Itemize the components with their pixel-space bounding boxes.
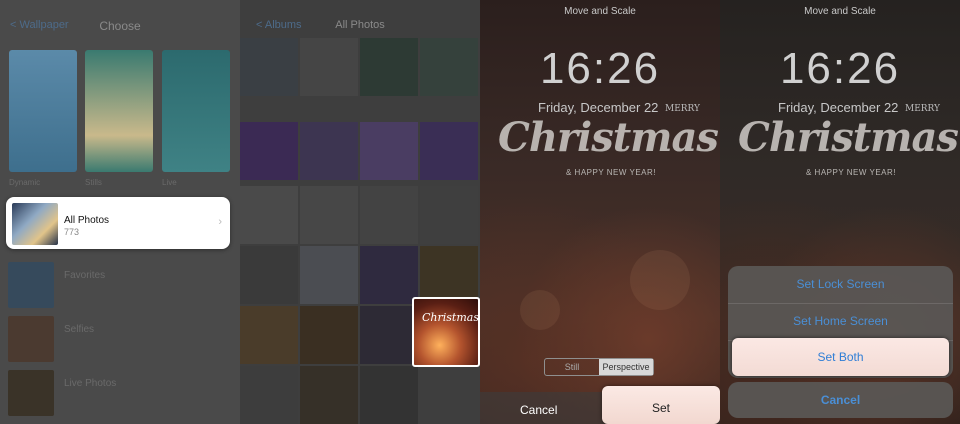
set-home-screen-option[interactable]: Set Home Screen [728,303,953,340]
photo-thumbnail[interactable] [300,122,358,180]
photo-thumbnail[interactable] [420,246,478,304]
photo-thumbnail[interactable] [360,38,418,96]
panel-set-options: Move and Scale 16:26 Friday, December 22… [720,0,960,424]
photo-thumbnail[interactable] [240,246,298,304]
album-row-all-photos[interactable]: All Photos 773 › [6,197,230,249]
set-button[interactable]: Set [602,386,720,424]
photo-thumbnail[interactable] [360,246,418,304]
new-year-art: & HAPPY NEW YEAR! [806,168,897,177]
photo-thumbnail[interactable] [240,186,298,244]
album-thumbnail [8,370,54,416]
wallpaper-dynamic[interactable] [9,50,77,172]
segment-perspective[interactable]: Perspective [599,359,653,375]
christmas-art: Christmas [738,114,959,161]
album-row[interactable]: Favorites [8,262,234,314]
perspective-toggle[interactable]: Still Perspective [544,358,654,376]
christmas-art: Christmas [498,114,719,161]
photo-thumbnail[interactable] [240,306,298,364]
selected-photo[interactable]: Christmas [412,297,480,367]
merry-art: MERRY [665,104,701,114]
panel-choose: < Wallpaper Choose Dynamic Stills Live A… [0,0,240,424]
photo-thumbnail[interactable] [420,38,478,96]
album-thumbnail [8,316,54,362]
merry-art: MERRY [905,104,941,114]
selected-photo-art: Christmas [422,311,479,324]
wallpaper-live[interactable] [162,50,230,172]
album-row[interactable]: Live Photos [8,370,234,422]
header-title: Move and Scale [804,6,876,17]
album-thumbnail [8,262,54,308]
header-title: Move and Scale [564,6,636,17]
segment-still[interactable]: Still [545,359,599,375]
clock-date: Friday, December 22 [538,100,659,115]
panel-all-photos: < Albums All Photos Christmas [240,0,480,424]
album-title: Live Photos [64,378,117,389]
nav-title: Choose [99,19,141,33]
new-year-art: & HAPPY NEW YEAR! [566,168,657,177]
photo-thumbnail[interactable] [240,122,298,180]
photo-thumbnail[interactable] [300,246,358,304]
wallpaper-caption: Live [162,178,177,187]
clock-date: Friday, December 22 [778,100,899,115]
photo-thumbnail[interactable] [300,366,358,424]
bokeh [630,250,690,310]
photo-thumbnail[interactable] [360,366,418,424]
panel-move-and-scale: Move and Scale 16:26 Friday, December 22… [480,0,720,424]
wallpaper-caption: Dynamic [9,178,41,187]
nav-bar: < Wallpaper Choose [0,0,240,50]
photo-thumbnail[interactable] [300,38,358,96]
photo-thumbnail[interactable] [360,306,418,364]
album-title: All Photos [64,215,110,226]
set-both-option[interactable]: Set Both [732,338,949,376]
photo-thumbnail[interactable] [420,122,478,180]
nav-bar: < Albums All Photos [240,0,480,38]
photo-thumbnail[interactable] [360,122,418,180]
album-row[interactable]: Selfies [8,316,234,368]
photo-thumbnail[interactable] [300,186,358,244]
photo-thumbnail[interactable] [300,306,358,364]
wallpaper-stills[interactable] [85,50,153,172]
chevron-right-icon: › [218,216,222,228]
photo-thumbnail[interactable] [240,366,298,424]
nav-title: All Photos [335,19,385,31]
photo-thumbnail[interactable] [240,38,298,96]
album-title: Selfies [64,324,95,335]
clock-time: 16:26 [779,44,901,93]
bokeh [520,290,560,330]
album-count: 773 [64,227,80,237]
cancel-button[interactable]: Cancel [520,403,557,417]
set-lock-screen-option[interactable]: Set Lock Screen [728,266,953,303]
photo-thumbnail[interactable] [420,186,478,244]
cancel-button[interactable]: Cancel [728,382,953,418]
set-button-label: Set [651,401,670,415]
clock-time: 16:26 [539,44,661,93]
album-title: Favorites [64,270,106,281]
wallpaper-caption: Stills [85,178,102,187]
photo-thumbnail[interactable] [360,186,418,244]
album-thumbnail [12,203,58,245]
